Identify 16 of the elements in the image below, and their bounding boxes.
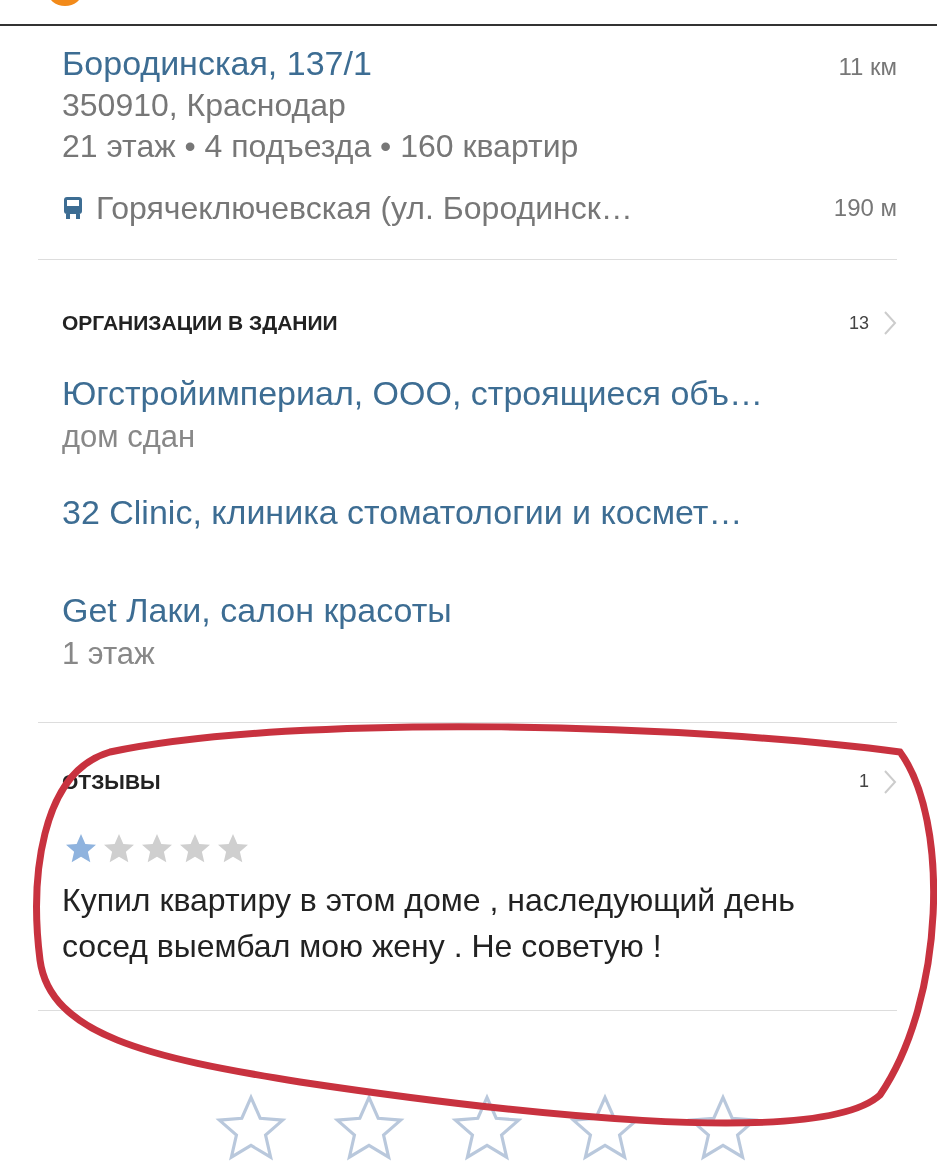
review-text: Купил квартиру в этом доме , наследующий день сосед выембал мою жену . Не советую ! bbox=[62, 880, 796, 967]
stop-distance: 190 м bbox=[833, 194, 897, 223]
postal-address: 350910, Краснодар bbox=[62, 85, 347, 125]
organization-link[interactable]: Югстройимпериал, ООО, строящиеся объ… bbox=[62, 372, 897, 415]
section-header: ОРГАНИЗАЦИИ В ЗДАНИИ bbox=[62, 311, 338, 336]
bus-stop-name[interactable]: Горячеключевская (ул. Бородинск… bbox=[96, 187, 633, 230]
address-title: Бородинская, 137/1 bbox=[62, 43, 372, 84]
organization-note: дом сдан bbox=[62, 418, 197, 455]
organizations-count: 13 bbox=[848, 312, 869, 334]
organization-note: 1 этаж bbox=[62, 635, 156, 672]
organization-link[interactable]: 32 Clinic, клиника стоматологии и космет… bbox=[62, 490, 897, 534]
distance-text: 11 км bbox=[838, 53, 897, 81]
organization-link[interactable]: Get Лаки, салон красоты bbox=[62, 589, 897, 632]
reviews-count: 1 bbox=[859, 771, 869, 793]
building-details: 21 этаж • 4 подъезда • 160 квартир bbox=[62, 127, 580, 167]
bus-icon bbox=[62, 196, 84, 221]
